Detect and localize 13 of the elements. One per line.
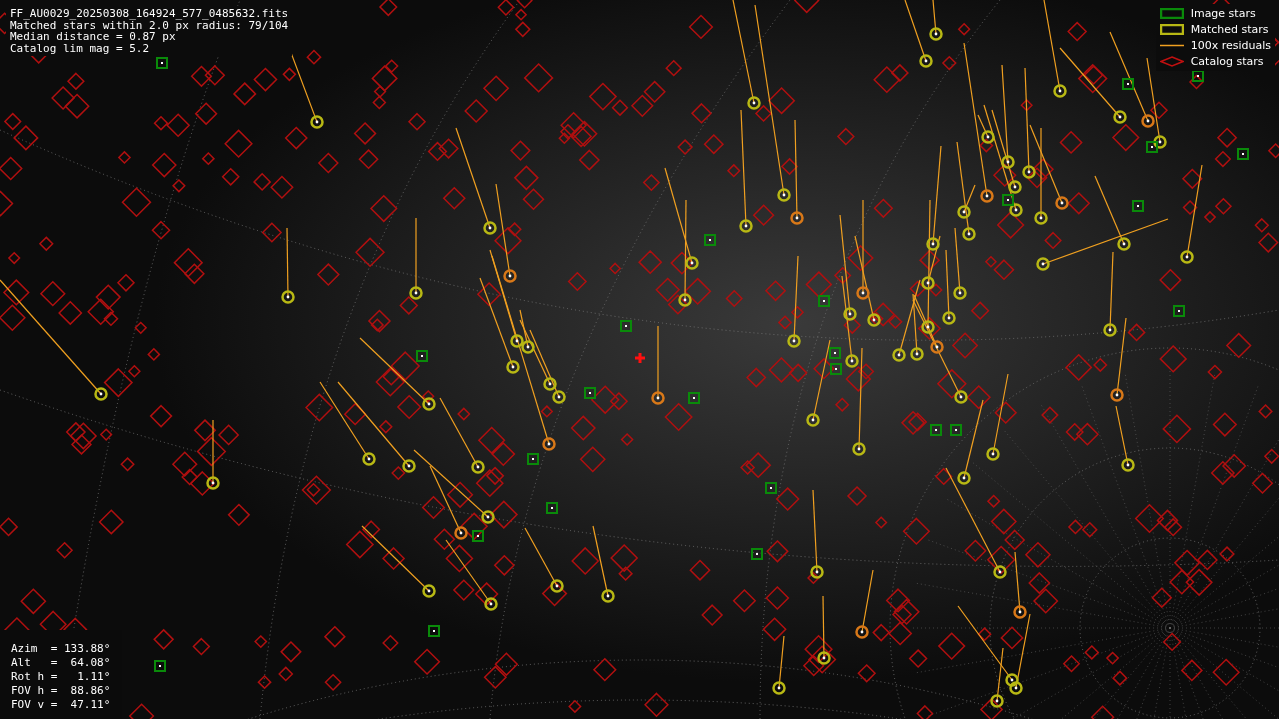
legend-label: 100x residuals <box>1190 39 1271 52</box>
pointing-text: Alt = 64.08° <box>11 656 112 670</box>
pointing-text: Rot h = 1.11° <box>11 670 112 684</box>
pointing-text: Azim = 133.88° <box>11 642 112 656</box>
legend-label: Image stars <box>1190 7 1256 20</box>
info-text: Catalog lim mag = 5.2 <box>10 42 151 54</box>
info-text: FF_AU0029_20250308_164924_577_0485632.fits <box>10 8 289 20</box>
pointing-text: FOV h = 88.86° <box>11 684 112 698</box>
pointing-text: FOV v = 47.11° <box>11 698 112 712</box>
legend-label: Catalog stars <box>1190 55 1264 68</box>
legend-label: Matched stars <box>1190 23 1269 36</box>
info-text: Median distance = 0.87 px <box>10 31 176 43</box>
info-text: Matched stars within 2.0 px radius: 79/104 <box>10 19 289 31</box>
